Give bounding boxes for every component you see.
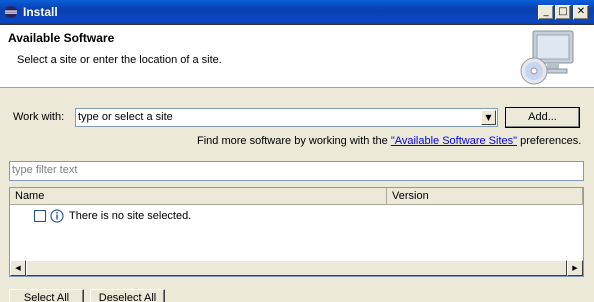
select-all-button[interactable]: Select All	[9, 289, 84, 302]
minimize-button[interactable]: _	[538, 5, 554, 20]
work-with-combo[interactable]: type or select a site ▼	[75, 108, 498, 127]
wizard-header: Available Software Select a site or ente…	[0, 25, 594, 88]
scroll-right-icon[interactable]: ▶	[567, 260, 583, 276]
work-with-label: Work with:	[13, 111, 65, 123]
eclipse-icon	[5, 6, 17, 18]
close-button[interactable]: ✕	[573, 5, 589, 20]
chevron-down-icon[interactable]: ▼	[481, 110, 496, 125]
row-checkbox[interactable]	[34, 210, 46, 222]
scrollbar-thumb[interactable]	[26, 260, 567, 276]
horizontal-scrollbar[interactable]: ◀ ▶	[10, 260, 583, 276]
select-all-label: Select All	[23, 292, 70, 302]
filter-placeholder: type filter text	[12, 164, 78, 176]
page-title: Available Software	[8, 31, 115, 45]
maximize-button[interactable]: □	[555, 5, 571, 20]
page-description: Select a site or enter the location of a…	[17, 54, 222, 66]
info-icon	[50, 209, 64, 223]
find-more-text: Find more software by working with the "…	[197, 135, 581, 147]
available-software-sites-link[interactable]: "Available Software Sites"	[391, 135, 517, 147]
work-with-value[interactable]: type or select a site	[78, 111, 173, 123]
column-header-version[interactable]: Version	[387, 188, 583, 205]
title-bar: Install _ □ ✕	[0, 0, 594, 25]
filter-input[interactable]: type filter text	[9, 161, 584, 181]
find-more-suffix: preferences.	[517, 135, 582, 147]
window-title: Install	[23, 5, 58, 19]
deselect-all-label: Deselect All	[98, 292, 157, 302]
deselect-all-button[interactable]: Deselect All	[90, 289, 165, 302]
add-button[interactable]: Add...	[505, 107, 580, 128]
scroll-left-icon[interactable]: ◀	[10, 260, 26, 276]
row-name: There is no site selected.	[69, 210, 192, 222]
software-table[interactable]: Name Version There is no site selected. …	[9, 187, 584, 277]
find-more-prefix: Find more software by working with the	[197, 135, 391, 147]
add-button-label: Add...	[528, 111, 557, 123]
column-header-name[interactable]: Name	[10, 188, 387, 205]
computer-cd-icon	[520, 30, 574, 85]
table-row[interactable]: There is no site selected.	[34, 208, 334, 224]
